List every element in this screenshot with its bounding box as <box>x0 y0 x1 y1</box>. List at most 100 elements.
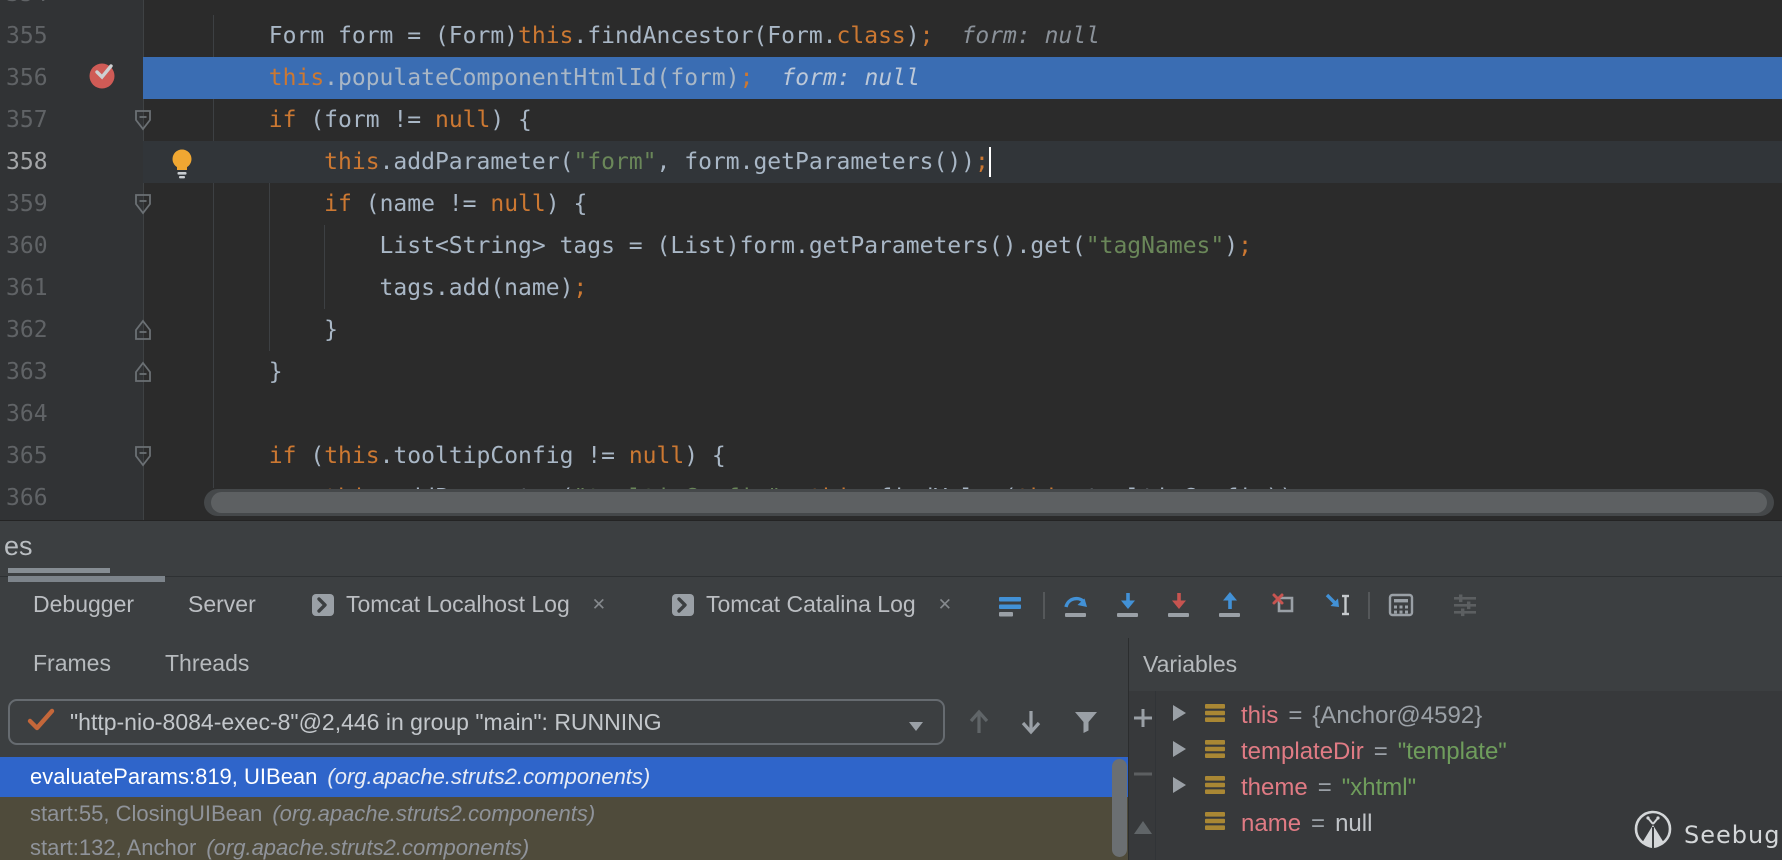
layout-settings-icon[interactable] <box>1450 590 1480 620</box>
step-over-icon[interactable] <box>1061 590 1091 620</box>
expand-arrow-icon[interactable] <box>1169 702 1191 731</box>
scrollbar-thumb[interactable] <box>211 492 1767 513</box>
chevron-down-icon[interactable] <box>907 719 925 737</box>
variable-name: name <box>1241 810 1301 838</box>
frame-method: start:132, Anchor <box>30 835 196 860</box>
move-up-icon[interactable] <box>1132 817 1154 839</box>
editor-line-362[interactable]: 362 } <box>0 309 1782 351</box>
fold-marker-icon[interactable] <box>133 108 153 137</box>
stack-frames-list: evaluateParams:819, UIBean (org.apache.st… <box>0 757 1128 860</box>
tab-frames[interactable]: Frames <box>33 638 111 688</box>
seebug-logo-icon <box>1632 809 1676 860</box>
variable-row-this[interactable]: this = {Anchor@4592} <box>1155 698 1775 734</box>
fold-marker-icon[interactable] <box>133 192 153 221</box>
frame-method: start:55, ClosingUIBean <box>30 801 262 827</box>
drop-frame-icon[interactable] <box>1269 590 1299 620</box>
show-execution-point-icon[interactable] <box>995 590 1025 620</box>
debugger-inline-hint: form: null <box>781 65 919 91</box>
step-into-icon[interactable] <box>1113 590 1143 620</box>
equals-sign: = <box>1318 774 1332 802</box>
code-text: if (form != null) { <box>158 99 532 141</box>
variable-name: this <box>1241 702 1278 730</box>
editor-line-354[interactable]: 354 <box>0 0 1782 15</box>
seebug-watermark: Seebug <box>1632 809 1780 860</box>
frame-package: (org.apache.struts2.components) <box>272 801 595 827</box>
stack-frame-row[interactable]: start:55, ClosingUIBean (org.apache.strut… <box>0 797 1128 831</box>
tab-tomcat-catalina-log[interactable]: Tomcat Catalina Log ✕ <box>672 577 952 632</box>
frame-down-icon[interactable] <box>1016 707 1046 737</box>
editor-line-364[interactable]: 364 <box>0 393 1782 435</box>
toolwindow-corner-label: es <box>4 531 33 562</box>
active-tab-underline <box>8 576 165 582</box>
code-editor[interactable]: 354355 Form form = (Form)this.findAncest… <box>0 0 1782 520</box>
code-text: Form form = (Form)this.findAncestor(Form… <box>158 15 1100 57</box>
stack-frame-row[interactable]: evaluateParams:819, UIBean (org.apache.st… <box>0 757 1128 797</box>
fold-marker-icon[interactable] <box>133 318 153 347</box>
filter-icon[interactable] <box>1071 707 1101 737</box>
editor-line-356[interactable]: 356 this.populateComponentHtmlId(form);f… <box>0 57 1782 99</box>
variable-value: "xhtml" <box>1342 774 1416 802</box>
variable-value: "template" <box>1398 738 1507 766</box>
variable-icon <box>1203 738 1227 767</box>
debugger-inline-hint: form: null <box>962 23 1100 49</box>
tab-debugger[interactable]: Debugger <box>33 577 134 632</box>
frames-scrollbar-thumb[interactable] <box>1112 759 1127 857</box>
line-number: 358 <box>6 141 46 183</box>
force-step-into-icon[interactable] <box>1164 590 1194 620</box>
variable-value: {Anchor@4592} <box>1312 702 1482 730</box>
line-number: 359 <box>6 183 46 225</box>
tab-label: Server <box>188 591 256 618</box>
line-number: 354 <box>6 0 46 15</box>
stack-frame-row[interactable]: start:132, Anchor (org.apache.struts2.com… <box>0 831 1128 860</box>
frame-package: (org.apache.struts2.components) <box>206 835 529 860</box>
editor-line-360[interactable]: 360 List<String> tags = (List)form.getPa… <box>0 225 1782 267</box>
tab-threads[interactable]: Threads <box>165 638 249 688</box>
toolbar-separator <box>1368 592 1370 619</box>
variable-row-theme[interactable]: theme="xhtml" <box>1155 770 1775 806</box>
fold-marker-icon[interactable] <box>133 360 153 389</box>
close-tab-icon[interactable]: ✕ <box>592 595 606 615</box>
line-number: 362 <box>6 309 46 351</box>
line-number: 356 <box>6 57 46 99</box>
line-number: 361 <box>6 267 46 309</box>
frame-package: (org.apache.struts2.components) <box>327 764 650 790</box>
editor-line-357[interactable]: 357 if (form != null) { <box>0 99 1782 141</box>
line-number: 366 <box>6 477 46 519</box>
variable-icon <box>1203 774 1227 803</box>
thread-selector-dropdown[interactable]: "http-nio-8084-exec-8"@2,446 in group "m… <box>8 699 945 745</box>
editor-line-359[interactable]: 359 if (name != null) { <box>0 183 1782 225</box>
line-number: 360 <box>6 225 46 267</box>
variables-title: Variables <box>1143 638 1237 691</box>
step-out-icon[interactable] <box>1215 590 1245 620</box>
breakpoint-icon[interactable] <box>88 60 118 95</box>
frame-up-icon[interactable] <box>964 707 994 737</box>
remove-icon[interactable] <box>1132 763 1154 785</box>
tab-label: Tomcat Localhost Log <box>346 591 570 618</box>
expand-arrow-icon[interactable] <box>1169 738 1191 767</box>
tab-label: Tomcat Catalina Log <box>706 591 916 618</box>
fold-marker-icon[interactable] <box>133 444 153 473</box>
close-tab-icon[interactable]: ✕ <box>938 595 952 615</box>
code-text: List<String> tags = (List)form.getParame… <box>158 225 1252 267</box>
tab-server[interactable]: Server <box>188 577 256 632</box>
variable-row-templateDir[interactable]: templateDir="template" <box>1155 734 1775 770</box>
run-to-cursor-icon[interactable] <box>1323 590 1353 620</box>
expand-arrow-icon[interactable] <box>1169 774 1191 803</box>
equals-sign: = <box>1288 702 1302 730</box>
tab-tomcat-localhost-log[interactable]: Tomcat Localhost Log ✕ <box>312 577 606 632</box>
line-number: 355 <box>6 15 46 57</box>
frame-method: evaluateParams:819, UIBean <box>30 764 317 790</box>
add-icon[interactable] <box>1132 707 1154 729</box>
editor-horizontal-scrollbar[interactable] <box>204 489 1774 516</box>
editor-line-355[interactable]: 355 Form form = (Form)this.findAncestor(… <box>0 15 1782 57</box>
editor-line-358[interactable]: 358 this.addParameter("form", form.getPa… <box>0 141 1782 183</box>
equals-sign: = <box>1374 738 1388 766</box>
seebug-watermark-text: Seebug <box>1684 821 1780 849</box>
editor-line-361[interactable]: 361 tags.add(name); <box>0 267 1782 309</box>
tab-label: Debugger <box>33 591 134 618</box>
editor-line-365[interactable]: 365 if (this.tooltipConfig != null) { <box>0 435 1782 477</box>
evaluate-expression-icon[interactable] <box>1386 590 1416 620</box>
code-text: } <box>158 351 283 393</box>
editor-line-363[interactable]: 363 } <box>0 351 1782 393</box>
line-number: 357 <box>6 99 46 141</box>
